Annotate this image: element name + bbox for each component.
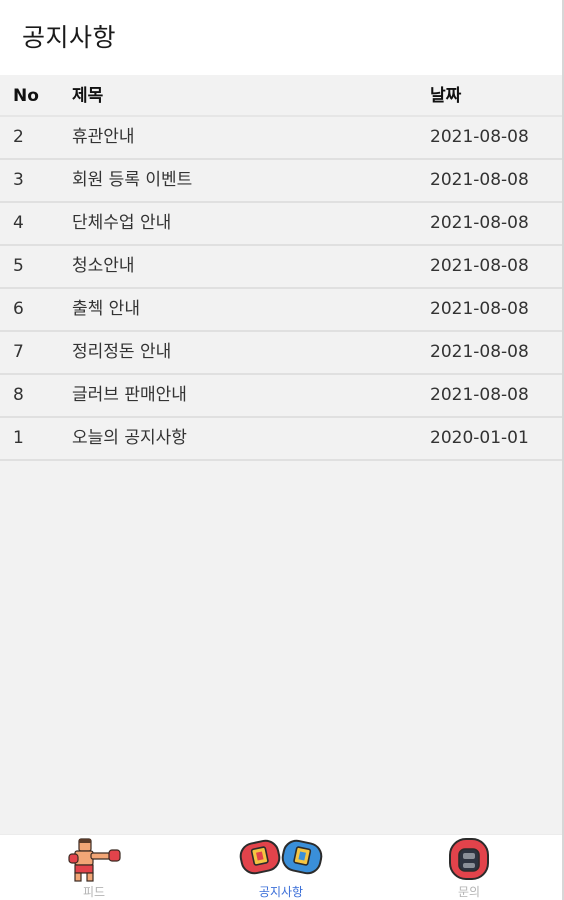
row-title: 정리정돈 안내 <box>72 342 172 362</box>
row-no: 4 <box>13 213 24 233</box>
row-no: 7 <box>13 342 24 362</box>
row-date: 2021-08-08 <box>430 213 529 233</box>
table-row[interactable]: 4 단체수업 안내 2021-08-08 <box>0 203 562 246</box>
table-row[interactable]: 3 회원 등록 이벤트 2021-08-08 <box>0 160 562 203</box>
row-no: 1 <box>13 428 24 448</box>
row-no: 3 <box>13 170 24 190</box>
row-date: 2020-01-01 <box>430 428 529 448</box>
app-bar: 공지사항 <box>0 0 564 75</box>
row-date: 2021-08-08 <box>430 299 529 319</box>
row-date: 2021-08-08 <box>430 127 529 147</box>
row-date: 2021-08-08 <box>430 256 529 276</box>
row-no: 8 <box>13 385 24 405</box>
row-title: 단체수업 안내 <box>72 213 172 233</box>
row-no: 2 <box>13 127 24 147</box>
row-title: 글러브 판매안내 <box>72 385 187 405</box>
row-date: 2021-08-08 <box>430 385 529 405</box>
column-header-title: 제목 <box>72 86 104 106</box>
table-row[interactable]: 6 출첵 안내 2021-08-08 <box>0 289 562 332</box>
nav-item-inquiry[interactable]: 문의 <box>399 835 539 900</box>
table-row[interactable]: 5 청소안내 2021-08-08 <box>0 246 562 289</box>
row-date: 2021-08-08 <box>430 170 529 190</box>
nav-label-feed: 피드 <box>82 885 106 899</box>
nav-item-feed[interactable]: 피드 <box>24 835 164 900</box>
row-title: 휴관안내 <box>72 127 135 147</box>
column-header-no: No <box>13 86 39 106</box>
headgear-icon <box>447 837 491 885</box>
nav-item-notice[interactable]: 공지사항 <box>211 835 351 900</box>
row-title: 출첵 안내 <box>72 299 140 319</box>
nav-label-notice: 공지사항 <box>258 885 304 899</box>
notice-screen: 공지사항 No 제목 날짜 2 휴관안내 2021-08-08 3 회원 등록 … <box>0 0 564 900</box>
notice-table: No 제목 날짜 2 휴관안내 2021-08-08 3 회원 등록 이벤트 2… <box>0 75 562 461</box>
row-title: 회원 등록 이벤트 <box>72 170 193 190</box>
table-row[interactable]: 8 글러브 판매안내 2021-08-08 <box>0 375 562 418</box>
table-row[interactable]: 2 휴관안내 2021-08-08 <box>0 117 562 160</box>
bottom-navigation: 피드 공지사항 문의 <box>0 834 562 900</box>
table-header: No 제목 날짜 <box>0 75 562 117</box>
row-no: 6 <box>13 299 24 319</box>
table-row[interactable]: 7 정리정돈 안내 2021-08-08 <box>0 332 562 375</box>
page-title: 공지사항 <box>22 23 117 52</box>
boxer-icon <box>63 837 125 887</box>
boxing-gloves-icon <box>238 837 324 881</box>
nav-label-inquiry: 문의 <box>457 885 481 899</box>
row-title: 오늘의 공지사항 <box>72 428 187 448</box>
column-header-date: 날짜 <box>430 86 462 106</box>
row-title: 청소안내 <box>72 256 135 276</box>
row-date: 2021-08-08 <box>430 342 529 362</box>
row-no: 5 <box>13 256 24 276</box>
table-row[interactable]: 1 오늘의 공지사항 2020-01-01 <box>0 418 562 461</box>
